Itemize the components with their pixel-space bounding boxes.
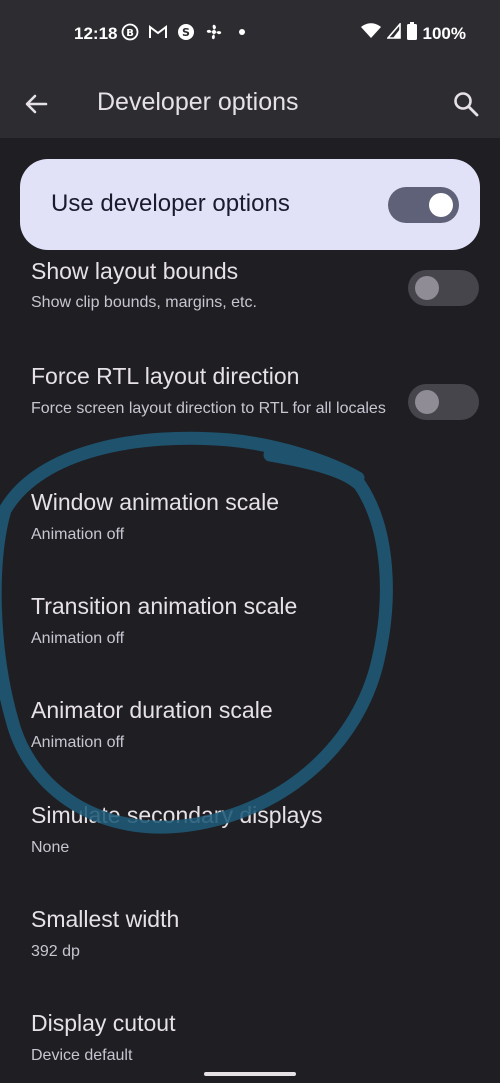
force-rtl-switch[interactable] [408,384,479,420]
use-developer-options-switch[interactable] [388,187,459,223]
setting-window-animation-scale[interactable]: Window animation scale Animation off [0,475,500,565]
setting-force-rtl[interactable]: Force RTL layout direction Force screen … [0,345,500,455]
setting-summary: None [31,839,70,856]
setting-summary: Animation off [31,734,125,751]
setting-smallest-width[interactable]: Smallest width 392 dp [0,892,500,982]
search-icon [454,92,479,117]
setting-title: Smallest width [31,906,180,932]
settings-list[interactable]: Show layout bounds Show clip bounds, mar… [0,250,500,1083]
setting-title: Window animation scale [31,489,280,515]
page-title: Developer options [97,88,299,116]
search-button[interactable] [450,88,482,120]
switch-thumb [415,390,439,414]
cell-signal-icon [385,21,401,44]
b-circle-icon: B [120,22,140,42]
switch-thumb [429,193,453,217]
show-layout-bounds-switch[interactable] [408,270,479,306]
back-button[interactable] [20,88,52,120]
status-time: 12:18 [74,24,118,43]
setting-title: Show layout bounds [31,258,239,284]
system-status: 100% [360,21,466,45]
dot-icon [232,22,252,42]
setting-summary: Device default [31,1047,133,1064]
setting-summary: Force screen layout direction to RTL for… [31,400,386,417]
navigation-handle[interactable] [204,1072,296,1076]
status-bar: 12:18 B S 100% [0,0,500,70]
switch-thumb [415,276,439,300]
setting-summary: 392 dp [31,943,80,960]
notification-icons: B S [120,22,252,42]
setting-title: Simulate secondary displays [31,802,323,828]
setting-animator-duration-scale[interactable]: Animator duration scale Animation off [0,683,500,773]
battery-icon [406,22,417,45]
wifi-icon [360,23,381,44]
setting-transition-animation-scale[interactable]: Transition animation scale Animation off [0,579,500,669]
setting-summary: Show clip bounds, margins, etc. [31,294,257,311]
setting-title: Transition animation scale [31,593,298,619]
use-developer-options-label: Use developer options [51,190,290,217]
fan-icon [204,22,224,42]
setting-summary: Animation off [31,630,125,647]
battery-percent: 100% [422,23,466,43]
s-circle-icon: S [176,22,196,42]
gmail-icon [148,22,168,42]
arrow-back-icon [25,94,48,114]
setting-title: Animator duration scale [31,697,273,723]
setting-display-cutout[interactable]: Display cutout Device default [0,996,500,1083]
svg-text:B: B [126,28,134,39]
setting-title: Display cutout [31,1010,176,1036]
svg-text:S: S [182,26,190,39]
use-developer-options-card[interactable]: Use developer options [20,159,480,250]
setting-show-layout-bounds[interactable]: Show layout bounds Show clip bounds, mar… [0,250,500,320]
setting-simulate-secondary-displays[interactable]: Simulate secondary displays None [0,788,500,878]
setting-summary: Animation off [31,526,125,543]
app-bar: Developer options [0,70,500,138]
setting-title: Force RTL layout direction [31,363,300,389]
